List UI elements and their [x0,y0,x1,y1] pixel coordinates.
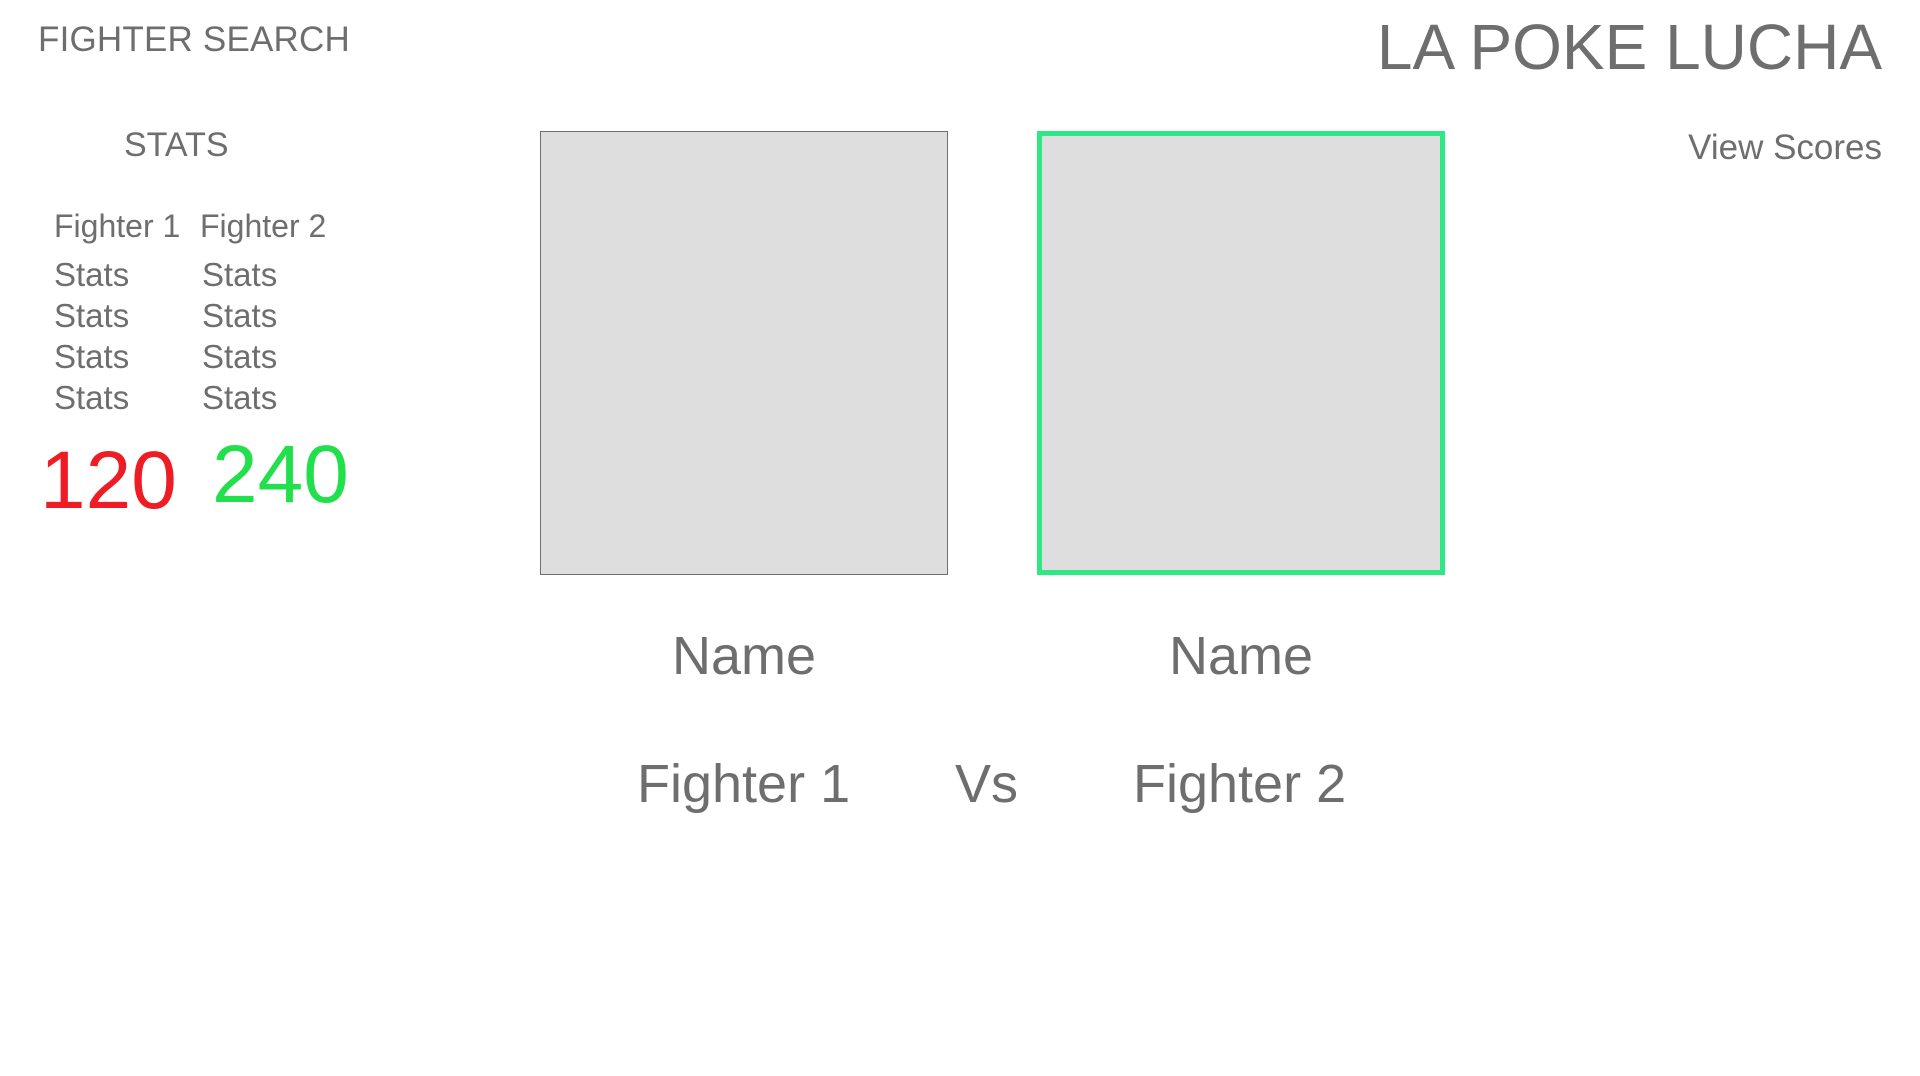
fighter-1-portrait[interactable] [540,131,948,575]
view-scores-link[interactable]: View Scores [1688,128,1882,168]
stat-row: Stats [54,338,130,375]
stat-row: Stats [202,379,278,416]
stat-row: Stats [54,256,130,293]
fighter-2-score: 240 [212,429,349,520]
app-title: LA POKE LUCHA [1376,11,1882,83]
stat-row: Stats [202,338,278,375]
versus-label: Vs [955,754,1019,814]
stats-column-header-fighter-2: Fighter 2 [200,208,327,244]
fighter-2-name: Name [1168,626,1314,686]
stat-row: Stats [202,256,278,293]
fighter-1-label: Fighter 1 [637,754,851,814]
stats-column-header-fighter-1: Fighter 1 [54,208,181,244]
fighter-1-name: Name [671,626,817,686]
stat-row: Stats [54,297,130,334]
fighter-2-label: Fighter 2 [1133,754,1347,814]
fighter-2-portrait-selected[interactable] [1037,131,1445,575]
stat-row: Stats [54,379,130,416]
stats-column-fighter-2: Stats Stats Stats Stats [202,254,277,418]
fighter-1-score: 120 [40,435,177,526]
fighter-search-link[interactable]: FIGHTER SEARCH [38,20,350,60]
stat-row: Stats [202,297,278,334]
stats-heading: STATS [124,126,229,164]
stats-column-fighter-1: Stats Stats Stats Stats [54,254,129,418]
